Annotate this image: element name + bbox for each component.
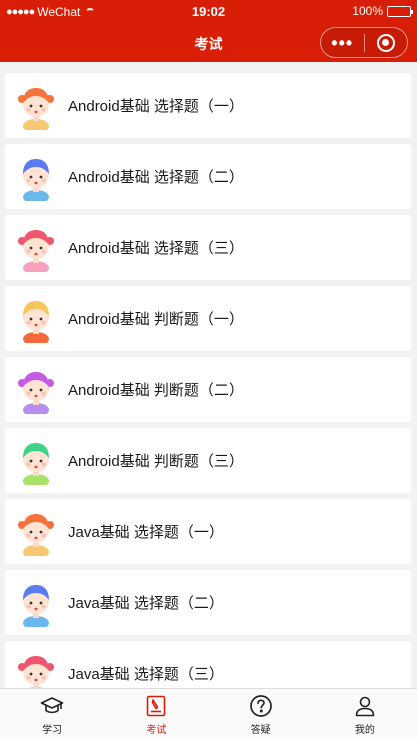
exam-list-item[interactable]: Android基础 选择题（三） [5, 215, 411, 280]
exam-list: Android基础 选择题（一） Android基础 选择题（二） Androi… [0, 66, 417, 688]
exam-title: Android基础 选择题（一） [68, 98, 244, 115]
exam-title: Android基础 选择题（三） [68, 240, 244, 257]
exam-title: Android基础 选择题（二） [68, 169, 244, 186]
battery-icon [387, 5, 413, 17]
more-dots-icon[interactable]: ••• [321, 29, 364, 57]
target-circle-icon [376, 33, 395, 52]
exam-title: Android基础 判断题（一） [68, 311, 244, 328]
girl-avatar-icon [18, 87, 54, 130]
exam-list-item[interactable]: Android基础 判断题（二） [5, 357, 411, 422]
tab-label: 答疑 [250, 725, 271, 736]
tab-label: 学习 [42, 725, 63, 736]
graduation-cap-icon [40, 697, 64, 714]
tab-me[interactable]: 我的 [313, 689, 417, 737]
girl-avatar-icon [18, 371, 54, 414]
boy-avatar-icon [23, 300, 49, 343]
title-bar: ●●●●● WeChat 19:02 100% 考试 ••• [0, 0, 417, 62]
tab-qa[interactable]: 答疑 [209, 689, 313, 737]
exam-title: Java基础 选择题（一） [68, 524, 224, 541]
close-button[interactable] [364, 33, 407, 52]
miniprogram-capsule: ••• [320, 27, 408, 58]
exam-list-item[interactable]: Android基础 选择题（一） [5, 73, 411, 138]
user-icon [355, 696, 375, 717]
battery-percent: 100% [352, 4, 383, 18]
boy-avatar-icon [23, 442, 49, 485]
girl-avatar-icon [18, 513, 54, 556]
question-circle-icon [249, 695, 272, 717]
exam-list-item[interactable]: Java基础 选择题（一） [5, 499, 411, 564]
tab-bar: 学习 考试 答疑 我的 [0, 688, 417, 737]
battery-indicator: 100% [352, 4, 413, 18]
exam-list-item[interactable]: Android基础 选择题（二） [5, 144, 411, 209]
exam-title: Android基础 判断题（三） [68, 453, 244, 470]
girl-avatar-icon [18, 229, 54, 272]
exam-list-item[interactable]: Java基础 选择题（二） [5, 570, 411, 635]
exam-list-item[interactable]: Java基础 选择题（三） [5, 641, 411, 688]
boy-avatar-icon [23, 158, 49, 201]
exam-list-item[interactable]: Android基础 判断题（一） [5, 286, 411, 351]
girl-avatar-icon [18, 655, 54, 688]
tab-label: 考试 [146, 725, 167, 736]
boy-avatar-icon [23, 584, 49, 627]
status-bar: ●●●●● WeChat 19:02 100% [0, 0, 417, 22]
exam-list-item[interactable]: Android基础 判断题（三） [5, 428, 411, 493]
tab-exam[interactable]: 考试 [104, 689, 208, 737]
exam-title: Java基础 选择题（三） [68, 666, 224, 683]
exam-paper-icon [147, 695, 166, 717]
exam-title: Java基础 选择题（二） [68, 595, 224, 612]
exam-title: Android基础 判断题（二） [68, 382, 244, 399]
tab-label: 我的 [354, 725, 375, 736]
tab-study[interactable]: 学习 [0, 689, 104, 737]
